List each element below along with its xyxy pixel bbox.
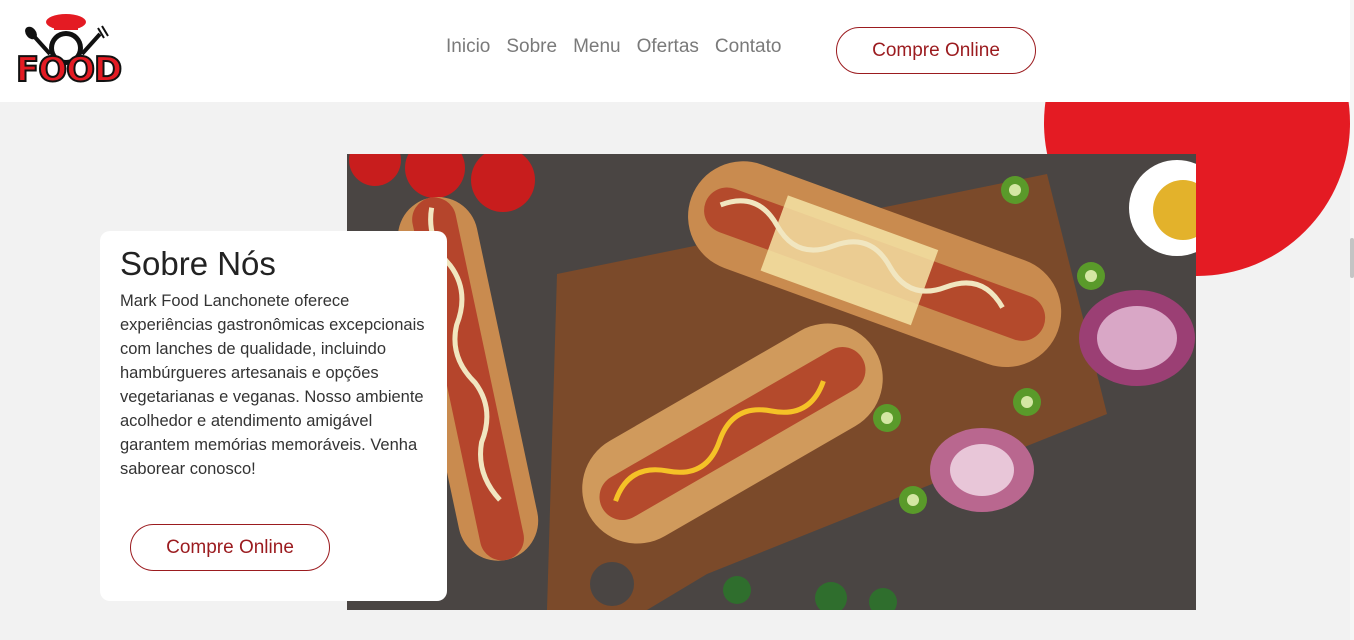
nav-contato[interactable]: Contato	[715, 36, 782, 58]
page-scrollbar[interactable]	[1350, 0, 1354, 640]
food-logo[interactable]: FOOD	[14, 12, 126, 91]
about-text: Mark Food Lanchonete oferece experiência…	[120, 292, 425, 478]
hot-dogs-photo	[347, 154, 1196, 610]
hot-dogs-illustration	[347, 154, 1196, 610]
logo-text: FOOD	[15, 49, 123, 91]
nav-sobre[interactable]: Sobre	[506, 36, 557, 58]
about-title: Sobre Nós	[120, 245, 276, 282]
nav-menu[interactable]: Menu	[573, 36, 621, 58]
about-buy-online-button[interactable]: Compre Online	[130, 524, 330, 571]
main-nav: Inicio Sobre Menu Ofertas Contato	[446, 36, 781, 58]
nav-ofertas[interactable]: Ofertas	[637, 36, 699, 58]
nav-inicio[interactable]: Inicio	[446, 36, 490, 58]
scrollbar-thumb[interactable]	[1350, 238, 1354, 278]
site-header: FOOD Inicio Sobre Menu Ofertas Contato C…	[0, 0, 1350, 102]
header-buy-online-button[interactable]: Compre Online	[836, 27, 1036, 74]
about-card: Sobre Nós Mark Food Lanchonete oferece e…	[100, 231, 447, 601]
